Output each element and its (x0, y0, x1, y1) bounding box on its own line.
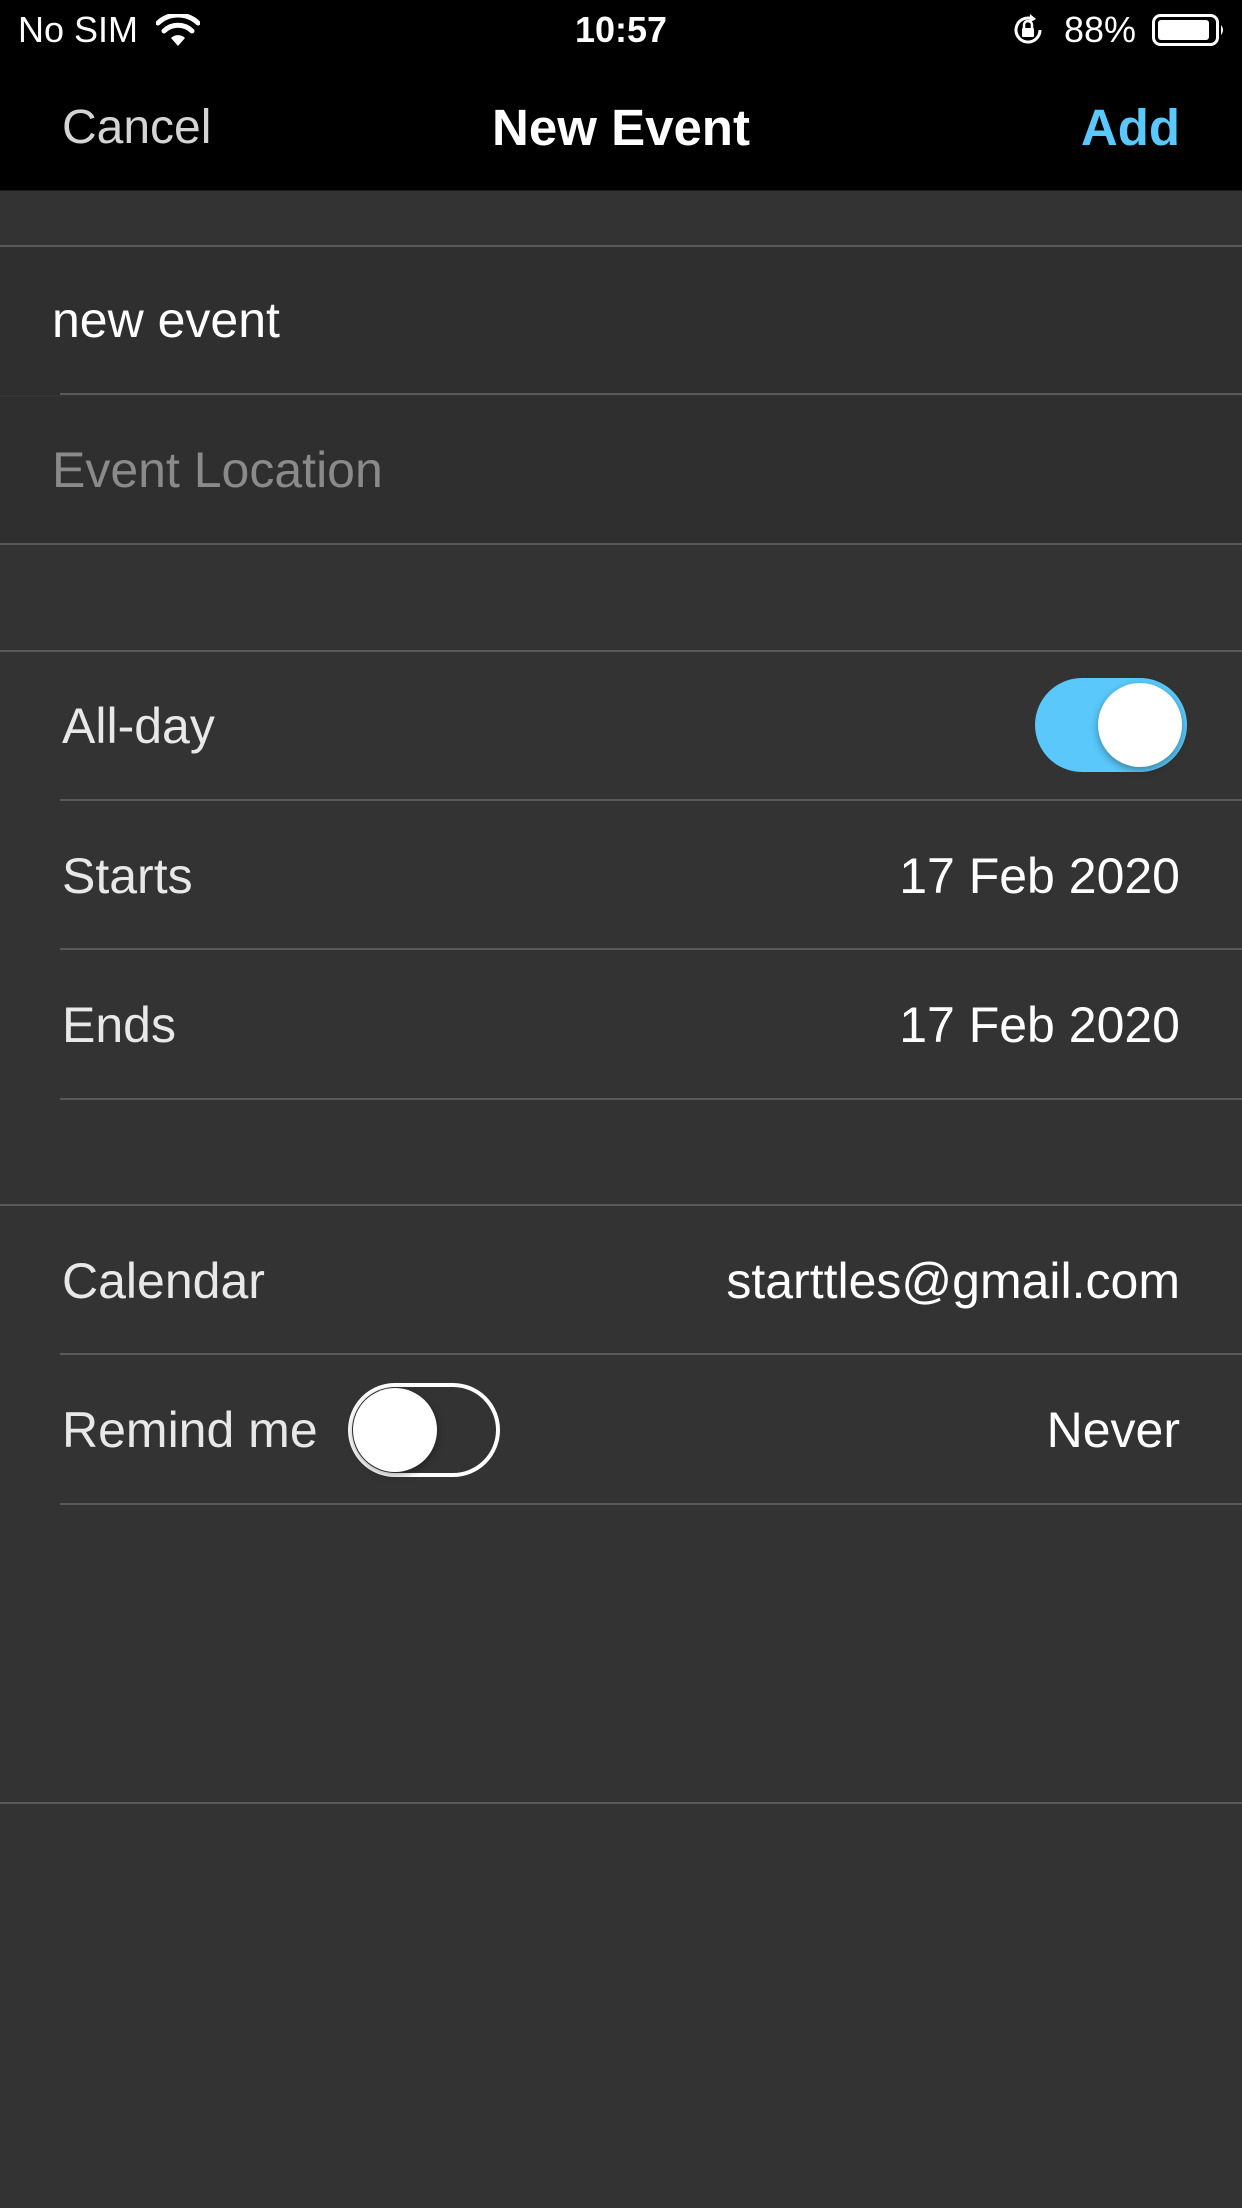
cancel-button[interactable]: Cancel (62, 100, 211, 155)
battery-icon (1152, 14, 1223, 46)
remind-me-value[interactable]: Never (1047, 1401, 1180, 1459)
event-location-input[interactable]: Event Location (52, 441, 383, 499)
event-location-field[interactable]: Event Location (0, 397, 1242, 545)
starts-label: Starts (62, 848, 193, 904)
toggle-knob (1098, 683, 1182, 767)
all-day-row: All-day (0, 651, 1242, 799)
calendar-value[interactable]: starttles@gmail.com (726, 1252, 1180, 1310)
ends-row[interactable]: Ends 17 Feb 2020 (0, 950, 1242, 1098)
remind-me-toggle[interactable] (348, 1383, 500, 1477)
ends-value[interactable]: 17 Feb 2020 (899, 996, 1180, 1054)
starts-value[interactable]: 17 Feb 2020 (899, 847, 1180, 905)
remind-me-label: Remind me (62, 1402, 318, 1458)
navigation-bar: Cancel New Event Add (0, 60, 1242, 191)
rotation-lock-icon (1014, 14, 1042, 44)
divider (0, 1802, 1242, 1804)
divider (60, 393, 1242, 395)
ends-label: Ends (62, 997, 176, 1053)
remind-me-row[interactable]: Remind me Never (0, 1355, 1242, 1503)
all-day-toggle[interactable] (1035, 678, 1187, 772)
divider (60, 1098, 1242, 1100)
status-bar: No SIM 10:57 88% (0, 0, 1242, 60)
divider (0, 543, 1242, 545)
divider (60, 1503, 1242, 1505)
event-title-field[interactable]: new event (0, 247, 1242, 395)
all-day-label: All-day (62, 698, 215, 754)
starts-row[interactable]: Starts 17 Feb 2020 (0, 801, 1242, 949)
clock: 10:57 (574, 9, 668, 50)
calendar-label: Calendar (62, 1253, 265, 1309)
event-title-input[interactable]: new event (52, 291, 280, 349)
add-button[interactable]: Add (1081, 98, 1180, 157)
battery-percent: 88% (1064, 9, 1137, 50)
toggle-knob (353, 1388, 437, 1472)
calendar-row[interactable]: Calendar starttles@gmail.com (0, 1206, 1242, 1354)
